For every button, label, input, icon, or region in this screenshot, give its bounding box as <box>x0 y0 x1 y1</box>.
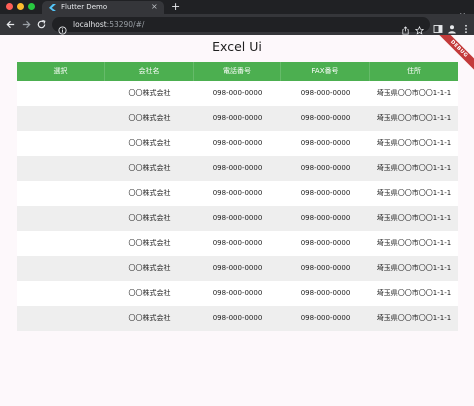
table-row[interactable]: 〇〇株式会社 098-000-0000 098-000-0000 埼玉県〇〇市〇〇1-… <box>17 256 458 281</box>
phone-cell: 098-000-0000 <box>212 164 263 172</box>
phone-cell: 098-000-0000 <box>212 139 263 147</box>
address-cell: 埼玉県〇〇市〇〇1-1-1 <box>376 289 452 297</box>
column-header-company[interactable]: 会社名 <box>105 62 194 81</box>
address-cell: 埼玉県〇〇市〇〇1-1-1 <box>376 314 452 322</box>
fax-cell: 098-000-0000 <box>300 314 351 322</box>
person-icon[interactable] <box>447 19 457 34</box>
flutter-logo-icon <box>49 4 56 11</box>
select-cell[interactable] <box>17 231 105 256</box>
tab-flutter-demo[interactable]: Flutter Demo × <box>42 1 164 14</box>
kebab-menu-icon[interactable] <box>461 19 471 34</box>
phone-cell: 098-000-0000 <box>212 239 263 247</box>
arrow-right-icon[interactable] <box>21 19 32 30</box>
company-cell: 〇〇株式会社 <box>128 189 171 197</box>
star-icon[interactable] <box>414 20 425 35</box>
fax-cell: 098-000-0000 <box>300 289 351 297</box>
table-header: 選択 会社名 電話番号 FAX番号 住所 <box>17 62 458 81</box>
address-cell: 埼玉県〇〇市〇〇1-1-1 <box>376 214 452 222</box>
fax-cell: 098-000-0000 <box>300 214 351 222</box>
company-cell: 〇〇株式会社 <box>128 214 171 222</box>
select-cell[interactable] <box>17 181 105 206</box>
url-path: :53290/#/ <box>106 20 145 29</box>
phone-cell: 098-000-0000 <box>212 114 263 122</box>
address-cell: 埼玉県〇〇市〇〇1-1-1 <box>376 239 452 247</box>
company-cell: 〇〇株式会社 <box>128 239 171 247</box>
share-icon[interactable] <box>401 20 410 35</box>
table-row[interactable]: 〇〇株式会社 098-000-0000 098-000-0000 埼玉県〇〇市〇〇1-… <box>17 231 458 256</box>
address-bar[interactable]: localhost:53290/#/ <box>52 17 430 35</box>
select-cell[interactable] <box>17 256 105 281</box>
arrow-left-icon[interactable] <box>5 19 16 30</box>
phone-cell: 098-000-0000 <box>212 89 263 97</box>
address-cell: 埼玉県〇〇市〇〇1-1-1 <box>376 264 452 272</box>
table-body: 〇〇株式会社 098-000-0000 098-000-0000 埼玉県〇〇市〇〇1-… <box>17 81 458 331</box>
info-icon[interactable] <box>58 20 67 35</box>
reload-icon[interactable] <box>36 19 47 30</box>
page-title: Excel Ui <box>212 39 262 54</box>
phone-cell: 098-000-0000 <box>212 189 263 197</box>
fax-cell: 098-000-0000 <box>300 114 351 122</box>
table-row[interactable]: 〇〇株式会社 098-000-0000 098-000-0000 埼玉県〇〇市〇〇1-… <box>17 281 458 306</box>
phone-cell: 098-000-0000 <box>212 264 263 272</box>
select-cell[interactable] <box>17 281 105 306</box>
select-cell[interactable] <box>17 306 105 331</box>
minimize-window-button[interactable] <box>17 3 24 10</box>
column-header-fax[interactable]: FAX番号 <box>281 62 370 81</box>
table-row[interactable]: 〇〇株式会社 098-000-0000 098-000-0000 埼玉県〇〇市〇〇1-… <box>17 106 458 131</box>
table-row[interactable]: 〇〇株式会社 098-000-0000 098-000-0000 埼玉県〇〇市〇〇1-… <box>17 206 458 231</box>
company-cell: 〇〇株式会社 <box>128 164 171 172</box>
side-panel-icon[interactable] <box>433 19 443 33</box>
fax-cell: 098-000-0000 <box>300 164 351 172</box>
app-page: Excel Ui DEBUG 選択 会社名 電話番号 FAX番号 住所 〇〇株式… <box>0 35 474 406</box>
url-text: localhost:53290/#/ <box>73 19 144 30</box>
browser-toolbar: localhost:53290/#/ <box>0 14 474 35</box>
company-cell: 〇〇株式会社 <box>128 89 171 97</box>
address-cell: 埼玉県〇〇市〇〇1-1-1 <box>376 164 452 172</box>
select-cell[interactable] <box>17 81 105 106</box>
select-cell[interactable] <box>17 156 105 181</box>
fax-cell: 098-000-0000 <box>300 189 351 197</box>
chevron-down-icon[interactable] <box>459 3 466 17</box>
tab-strip: Flutter Demo × + <box>0 0 474 17</box>
column-header-select[interactable]: 選択 <box>17 62 105 81</box>
tab-title: Flutter Demo <box>61 3 108 11</box>
column-header-phone[interactable]: 電話番号 <box>194 62 281 81</box>
company-cell: 〇〇株式会社 <box>128 264 171 272</box>
fax-cell: 098-000-0000 <box>300 89 351 97</box>
table-row[interactable]: 〇〇株式会社 098-000-0000 098-000-0000 埼玉県〇〇市〇〇1-… <box>17 181 458 206</box>
company-cell: 〇〇株式会社 <box>128 114 171 122</box>
select-cell[interactable] <box>17 131 105 156</box>
select-cell[interactable] <box>17 106 105 131</box>
new-tab-button[interactable]: + <box>171 0 180 14</box>
table-row[interactable]: 〇〇株式会社 098-000-0000 098-000-0000 埼玉県〇〇市〇〇1-… <box>17 131 458 156</box>
phone-cell: 098-000-0000 <box>212 289 263 297</box>
fax-cell: 098-000-0000 <box>300 264 351 272</box>
company-cell: 〇〇株式会社 <box>128 139 171 147</box>
fax-cell: 098-000-0000 <box>300 239 351 247</box>
select-cell[interactable] <box>17 206 105 231</box>
column-header-address[interactable]: 住所 <box>370 62 458 81</box>
address-cell: 埼玉県〇〇市〇〇1-1-1 <box>376 89 452 97</box>
phone-cell: 098-000-0000 <box>212 314 263 322</box>
tab-close-button[interactable]: × <box>151 2 158 12</box>
close-window-button[interactable] <box>6 3 13 10</box>
address-cell: 埼玉県〇〇市〇〇1-1-1 <box>376 139 452 147</box>
table-row[interactable]: 〇〇株式会社 098-000-0000 098-000-0000 埼玉県〇〇市〇〇1-… <box>17 156 458 181</box>
company-table: 選択 会社名 電話番号 FAX番号 住所 〇〇株式会社 098-000-0000 0… <box>17 62 458 331</box>
table-row[interactable]: 〇〇株式会社 098-000-0000 098-000-0000 埼玉県〇〇市〇〇1-… <box>17 81 458 106</box>
company-cell: 〇〇株式会社 <box>128 314 171 322</box>
fax-cell: 098-000-0000 <box>300 139 351 147</box>
address-cell: 埼玉県〇〇市〇〇1-1-1 <box>376 114 452 122</box>
browser-window: Flutter Demo × + localhost:53290/#/ Exce… <box>0 0 474 406</box>
table-row[interactable]: 〇〇株式会社 098-000-0000 098-000-0000 埼玉県〇〇市〇〇1-… <box>17 306 458 331</box>
company-cell: 〇〇株式会社 <box>128 289 171 297</box>
address-cell: 埼玉県〇〇市〇〇1-1-1 <box>376 189 452 197</box>
maximize-window-button[interactable] <box>28 3 35 10</box>
url-host: localhost <box>73 20 107 29</box>
phone-cell: 098-000-0000 <box>212 214 263 222</box>
